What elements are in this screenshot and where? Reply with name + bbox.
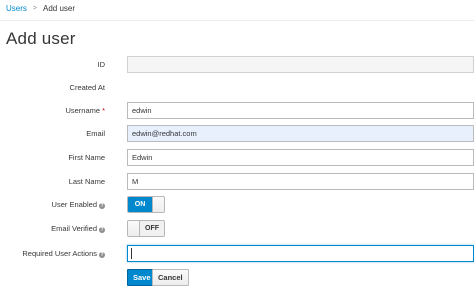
id-row: ID bbox=[0, 56, 474, 73]
text-cursor bbox=[131, 248, 132, 259]
email-label: Email bbox=[86, 129, 105, 138]
breadcrumb-divider bbox=[0, 20, 474, 21]
breadcrumb-current: Add user bbox=[42, 4, 76, 13]
page-title: Add user bbox=[6, 29, 76, 48]
form-actions: Save Cancel bbox=[0, 269, 474, 286]
help-icon[interactable]: ? bbox=[99, 203, 105, 209]
first-name-label: First Name bbox=[68, 153, 105, 162]
email-verified-label: Email Verified? bbox=[51, 220, 105, 237]
user-enabled-label: User Enabled? bbox=[52, 196, 105, 213]
required-actions-row: Required User Actions? bbox=[0, 245, 474, 262]
first-name-field[interactable] bbox=[127, 149, 474, 166]
required-actions-field[interactable] bbox=[127, 245, 474, 262]
user-enabled-label-text: User Enabled bbox=[51, 200, 97, 209]
last-name-row: Last Name bbox=[0, 173, 474, 190]
username-label: Username * bbox=[65, 102, 105, 119]
last-name-label: Last Name bbox=[68, 177, 105, 186]
breadcrumb-users-link[interactable]: Users bbox=[6, 3, 27, 15]
chevron-right-icon: > bbox=[32, 5, 37, 12]
id-field bbox=[127, 56, 474, 73]
required-asterisk: * bbox=[102, 106, 105, 115]
required-actions-label: Required User Actions? bbox=[22, 245, 105, 262]
email-field[interactable] bbox=[127, 125, 474, 142]
toggle-on-label: ON bbox=[128, 197, 152, 212]
last-name-field[interactable] bbox=[127, 173, 474, 190]
email-verified-toggle[interactable]: OFF bbox=[127, 220, 165, 237]
user-enabled-row: User Enabled? ON bbox=[0, 196, 474, 213]
breadcrumb: Users > Add user bbox=[6, 3, 75, 15]
toggle-knob bbox=[152, 197, 164, 212]
username-field[interactable] bbox=[127, 102, 474, 119]
id-label: ID bbox=[97, 60, 106, 69]
required-actions-label-text: Required User Actions bbox=[22, 249, 97, 258]
email-row: Email bbox=[0, 125, 474, 142]
first-name-row: First Name bbox=[0, 149, 474, 166]
user-enabled-toggle[interactable]: ON bbox=[127, 196, 165, 213]
username-row: Username * bbox=[0, 102, 474, 119]
cancel-button[interactable]: Cancel bbox=[152, 269, 189, 286]
created-at-row: Created At bbox=[0, 79, 474, 96]
email-verified-label-text: Email Verified bbox=[51, 224, 97, 233]
username-label-text: Username bbox=[65, 106, 101, 115]
help-icon[interactable]: ? bbox=[99, 227, 105, 233]
email-verified-row: Email Verified? OFF bbox=[0, 220, 474, 237]
toggle-knob bbox=[128, 221, 140, 236]
help-icon[interactable]: ? bbox=[99, 252, 105, 258]
toggle-off-label: OFF bbox=[140, 221, 164, 236]
created-at-label: Created At bbox=[69, 83, 105, 92]
